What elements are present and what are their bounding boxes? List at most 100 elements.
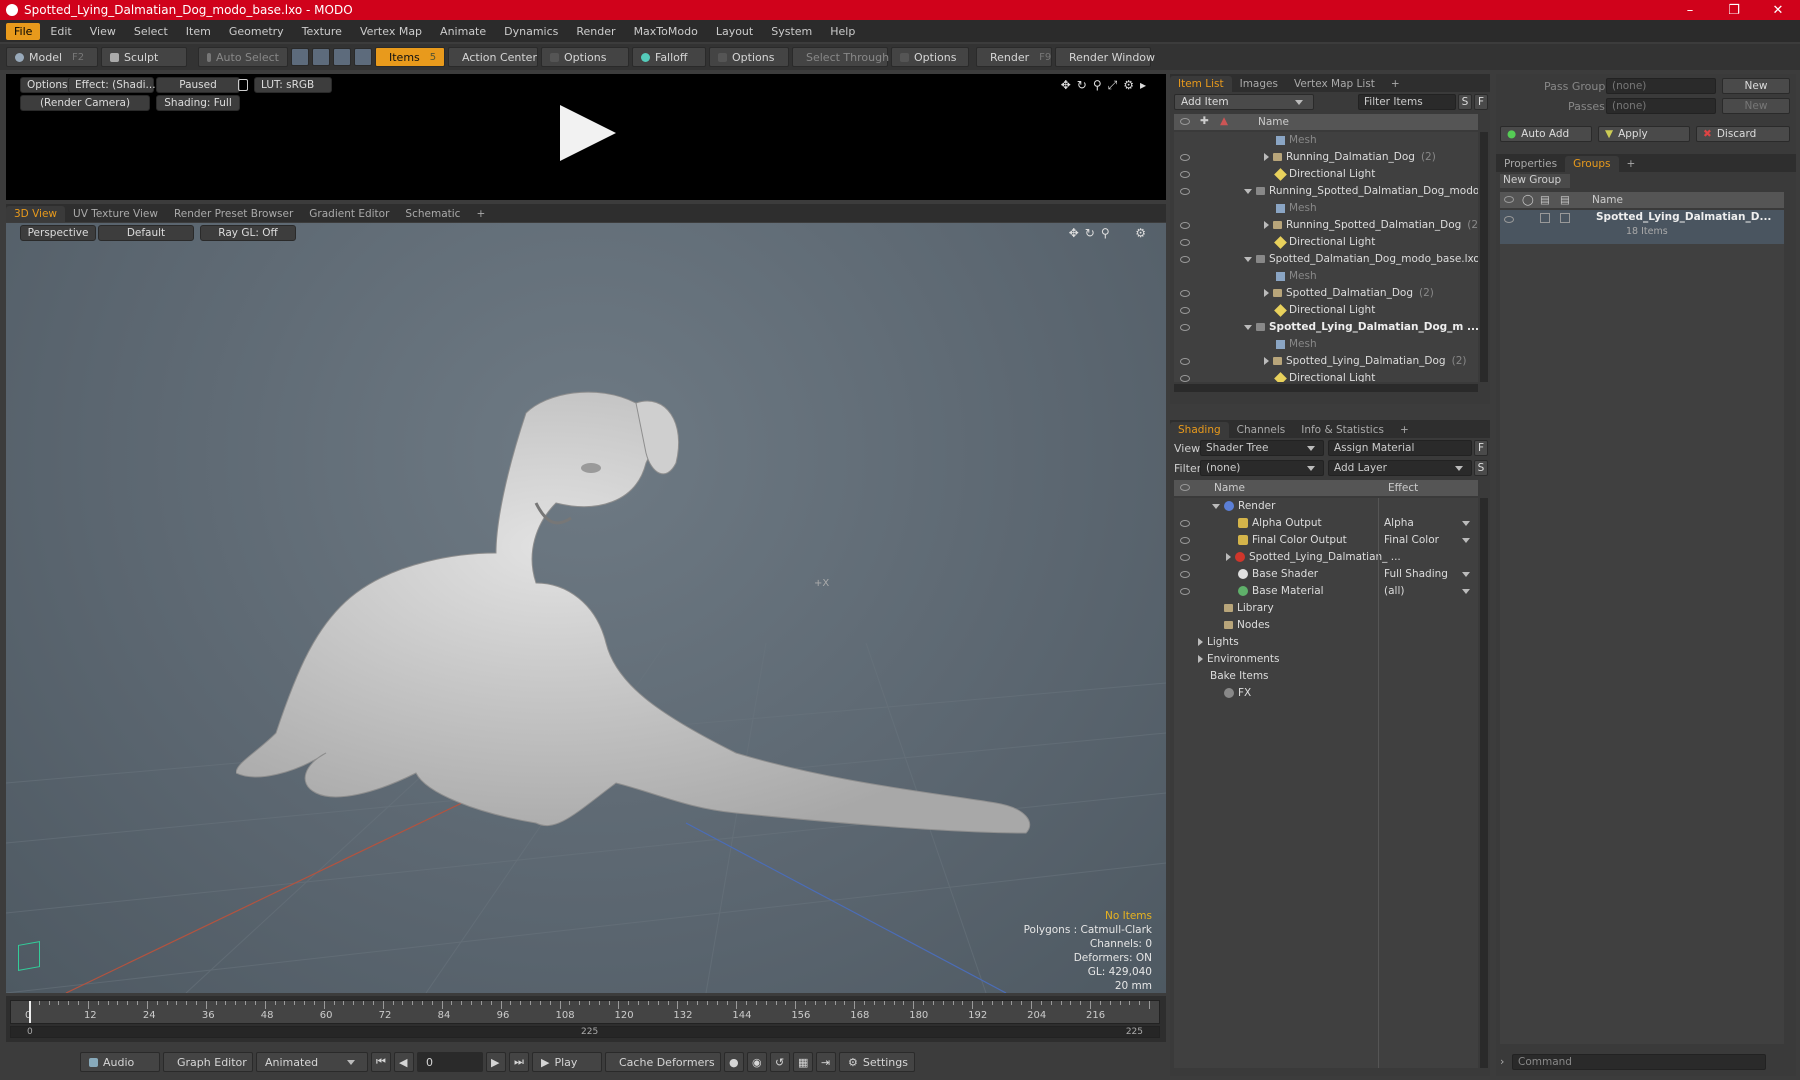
menu-layout[interactable]: Layout (708, 23, 761, 40)
go-start-icon[interactable]: ⏮ (371, 1052, 391, 1072)
visibility-icon[interactable] (1180, 588, 1190, 595)
item-row[interactable]: Running_Dalmatian_Dog (2) (1174, 149, 1478, 166)
visibility-icon[interactable] (1180, 222, 1190, 229)
view-tab-3d-view[interactable]: 3D View (6, 206, 66, 222)
animated-dropdown[interactable]: Animated (256, 1052, 368, 1072)
frame-input[interactable]: 0 (417, 1052, 483, 1072)
menu-select[interactable]: Select (126, 23, 176, 40)
item-list-hscrollbar[interactable] (1174, 384, 1478, 392)
itemlist-tab-item-list[interactable]: Item List (1170, 76, 1232, 92)
render-options-button[interactable]: Options (20, 77, 75, 93)
menu-file[interactable]: File (6, 22, 41, 40)
chevron-right-icon[interactable] (1264, 153, 1269, 161)
assign-material-button[interactable]: Assign Material (1328, 440, 1472, 456)
visibility-icon[interactable] (1180, 171, 1190, 178)
item-row[interactable]: Mesh (1174, 200, 1478, 217)
shading-s-button[interactable]: S (1474, 460, 1488, 476)
render-button[interactable]: Render F9 (976, 47, 1052, 67)
filter-items-input[interactable]: Filter Items (1358, 94, 1456, 110)
menu-render[interactable]: Render (568, 23, 623, 40)
visibility-icon[interactable] (1180, 554, 1190, 561)
action-center-options-button[interactable]: Options (541, 47, 629, 67)
item-row[interactable]: Directional Light (1174, 166, 1478, 183)
key-icon[interactable]: ● (724, 1052, 744, 1072)
shading-dropdown[interactable]: Shading: Full (156, 95, 240, 111)
item-row[interactable]: Mesh (1174, 268, 1478, 285)
channel-icon[interactable]: ▦ (793, 1052, 813, 1072)
props-add-tab-icon[interactable]: + (1619, 156, 1644, 172)
chevron-down-icon[interactable] (1244, 256, 1252, 262)
chevron-down-icon[interactable] (1244, 324, 1252, 330)
menu-dynamics[interactable]: Dynamics (496, 23, 566, 40)
item-row[interactable]: Directional Light (1174, 302, 1478, 319)
shader-row[interactable]: Lights (1174, 634, 1478, 651)
timeline-range-bar[interactable]: 0 225 225 (10, 1026, 1160, 1038)
visibility-icon[interactable] (1180, 290, 1190, 297)
item-row[interactable]: Spotted_Lying_Dalmatian_Dog_m ... (1174, 319, 1478, 336)
minimize-button[interactable]: – (1668, 0, 1712, 20)
cache-deformers-button[interactable]: Cache Deformers (605, 1052, 721, 1072)
shading-tab-channels[interactable]: Channels (1229, 422, 1294, 438)
maximize-button[interactable]: ❐ (1712, 0, 1756, 20)
item-row[interactable]: Running_Spotted_Dalmatian_Dog (2) (1174, 217, 1478, 234)
view-tab-gradient-editor[interactable]: Gradient Editor (301, 206, 397, 222)
shader-tree[interactable]: Render Alpha Output Alpha Final Color Outpu… (1174, 498, 1478, 1068)
visibility-icon[interactable] (1180, 307, 1190, 314)
visibility-icon[interactable] (1180, 537, 1190, 544)
graph-editor-button[interactable]: Graph Editor (163, 1052, 253, 1072)
shader-row[interactable]: Library (1174, 600, 1478, 617)
render-camera-dropdown[interactable]: (Render Camera) (20, 95, 150, 111)
auto-select-button[interactable]: Auto Select (198, 47, 288, 67)
chevron-right-icon[interactable] (1264, 221, 1269, 229)
itemlist-tab-vertex-map-list[interactable]: Vertex Map List (1286, 76, 1383, 92)
shading-tab-shading[interactable]: Shading (1170, 422, 1229, 438)
playhead[interactable] (29, 1001, 31, 1023)
item-row[interactable]: Spotted_Lying_Dalmatian_Dog (2) (1174, 353, 1478, 370)
menu-texture[interactable]: Texture (294, 23, 350, 40)
lut-dropdown[interactable]: LUT: sRGB (254, 77, 332, 93)
visibility-icon[interactable] (1180, 375, 1190, 382)
visibility-icon[interactable] (1180, 154, 1190, 161)
apply-button[interactable]: ▼ Apply (1598, 126, 1690, 142)
menu-vertex-map[interactable]: Vertex Map (352, 23, 430, 40)
select-through-options-button[interactable]: Options (891, 47, 969, 67)
menu-animate[interactable]: Animate (432, 23, 494, 40)
select-checkbox[interactable] (1560, 213, 1570, 223)
shader-row[interactable]: Base Material (all) (1174, 583, 1478, 600)
prev-key-icon[interactable]: ◀ (394, 1052, 414, 1072)
item-row[interactable]: Running_Spotted_Dalmatian_Dog_modo ... (1174, 183, 1478, 200)
shading-scrollbar[interactable] (1480, 498, 1488, 1068)
timeline-ruler[interactable]: 0122436486072849610812013214415616818019… (10, 1000, 1160, 1024)
chevron-right-icon[interactable] (1198, 655, 1203, 663)
new-pass-button[interactable]: New (1722, 98, 1790, 114)
shader-view-dropdown[interactable]: Shader Tree (1200, 440, 1324, 456)
item-row[interactable]: Directional Light (1174, 370, 1478, 382)
auto-add-button[interactable]: ● Auto Add (1500, 126, 1592, 142)
command-input[interactable]: Command (1512, 1054, 1766, 1070)
close-button[interactable]: ✕ (1756, 0, 1800, 20)
item-row[interactable]: Mesh (1174, 336, 1478, 353)
record-icon[interactable]: ◉ (747, 1052, 767, 1072)
effect-dropdown[interactable]: Final Color (1384, 534, 1474, 546)
shading-f-button[interactable]: F (1474, 440, 1488, 456)
menu-geometry[interactable]: Geometry (221, 23, 292, 40)
item-list-s-button[interactable]: S (1458, 94, 1472, 110)
chevron-down-icon[interactable] (1244, 188, 1252, 194)
visibility-icon[interactable] (1180, 358, 1190, 365)
item-row[interactable]: Spotted_Dalmatian_Dog_modo_base.lxo (1174, 251, 1478, 268)
groups-list-area[interactable] (1500, 244, 1784, 1044)
next-key-icon[interactable]: ▶ (486, 1052, 506, 1072)
visibility-icon[interactable] (1180, 571, 1190, 578)
chevron-right-icon[interactable] (1264, 289, 1269, 297)
visibility-icon[interactable] (1180, 256, 1190, 263)
action-center-button[interactable]: Action Center (448, 47, 538, 67)
menu-view[interactable]: View (82, 23, 124, 40)
passes-dropdown[interactable]: (none) (1606, 98, 1716, 114)
materials-mode-icon[interactable] (354, 48, 372, 66)
shader-row[interactable]: Final Color Output Final Color (1174, 532, 1478, 549)
group-row[interactable]: Spotted_Lying_Dalmatian_D... 18 Items (1500, 210, 1784, 244)
settings-button[interactable]: ⚙ Settings (839, 1052, 915, 1072)
effect-dropdown[interactable]: (all) (1384, 585, 1474, 597)
select-through-button[interactable]: Select Through (792, 47, 889, 67)
lock-checkbox[interactable] (1540, 213, 1550, 223)
